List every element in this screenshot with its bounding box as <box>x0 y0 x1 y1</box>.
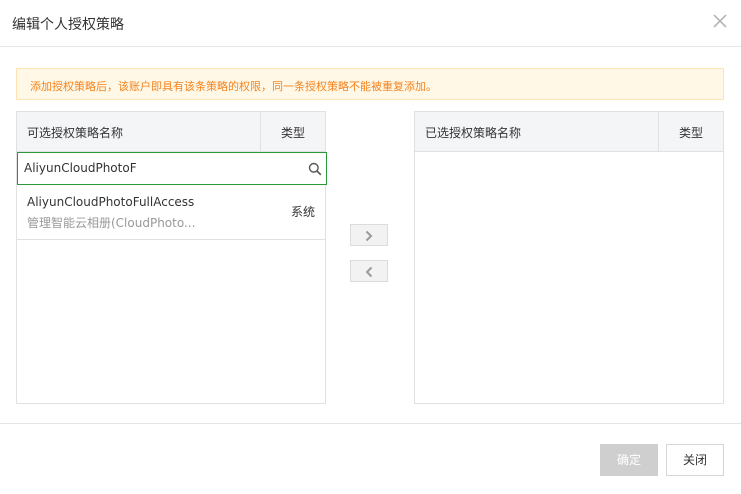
add-policy-button[interactable] <box>350 224 388 246</box>
search-icon[interactable] <box>308 161 322 176</box>
column-header-type-cell: 类型 <box>260 112 325 151</box>
policy-name: AliyunCloudPhotoFullAccess <box>27 195 195 209</box>
remove-policy-button[interactable] <box>350 260 388 282</box>
available-policies-header: 可选授权策略名称 类型 <box>17 112 325 152</box>
policy-type: 系统 <box>291 205 316 219</box>
close-button[interactable]: 关闭 <box>666 444 724 476</box>
confirm-button[interactable]: 确定 <box>600 444 658 476</box>
policy-search-input[interactable] <box>24 158 294 178</box>
footer-divider <box>0 423 741 424</box>
dialog-title: 编辑个人授权策略 <box>12 17 124 33</box>
available-policies-panel: 可选授权策略名称 类型 AliyunCloudPhotoFullAccess 管… <box>16 111 327 404</box>
notice-banner: 添加授权策略后，该账户即具有该条策略的权限，同一条授权策略不能被重复添加。 <box>16 68 724 100</box>
column-header-type: 类型 <box>679 126 704 140</box>
column-header-type-cell: 类型 <box>658 112 723 151</box>
chevron-right-icon <box>365 230 373 242</box>
policy-search-box <box>17 152 327 185</box>
chevron-left-icon <box>365 266 373 278</box>
dialog-header: 编辑个人授权策略 <box>0 0 741 47</box>
column-header-policy-name: 可选授权策略名称 <box>27 126 124 140</box>
column-header-selected-policy-name: 已选授权策略名称 <box>425 126 522 140</box>
close-icon[interactable] <box>711 10 729 32</box>
list-item[interactable]: AliyunCloudPhotoFullAccess 管理智能云相册(Cloud… <box>17 186 325 240</box>
edit-policy-dialog: 编辑个人授权策略 添加授权策略后，该账户即具有该条策略的权限，同一条授权策略不能… <box>0 0 741 494</box>
policy-description: 管理智能云相册(CloudPhoto... <box>27 216 196 230</box>
selected-policies-header: 已选授权策略名称 类型 <box>415 112 723 152</box>
column-header-type: 类型 <box>281 126 306 140</box>
selected-policies-panel: 已选授权策略名称 类型 <box>414 111 724 404</box>
notice-text: 添加授权策略后，该账户即具有该条策略的权限，同一条授权策略不能被重复添加。 <box>30 80 437 93</box>
